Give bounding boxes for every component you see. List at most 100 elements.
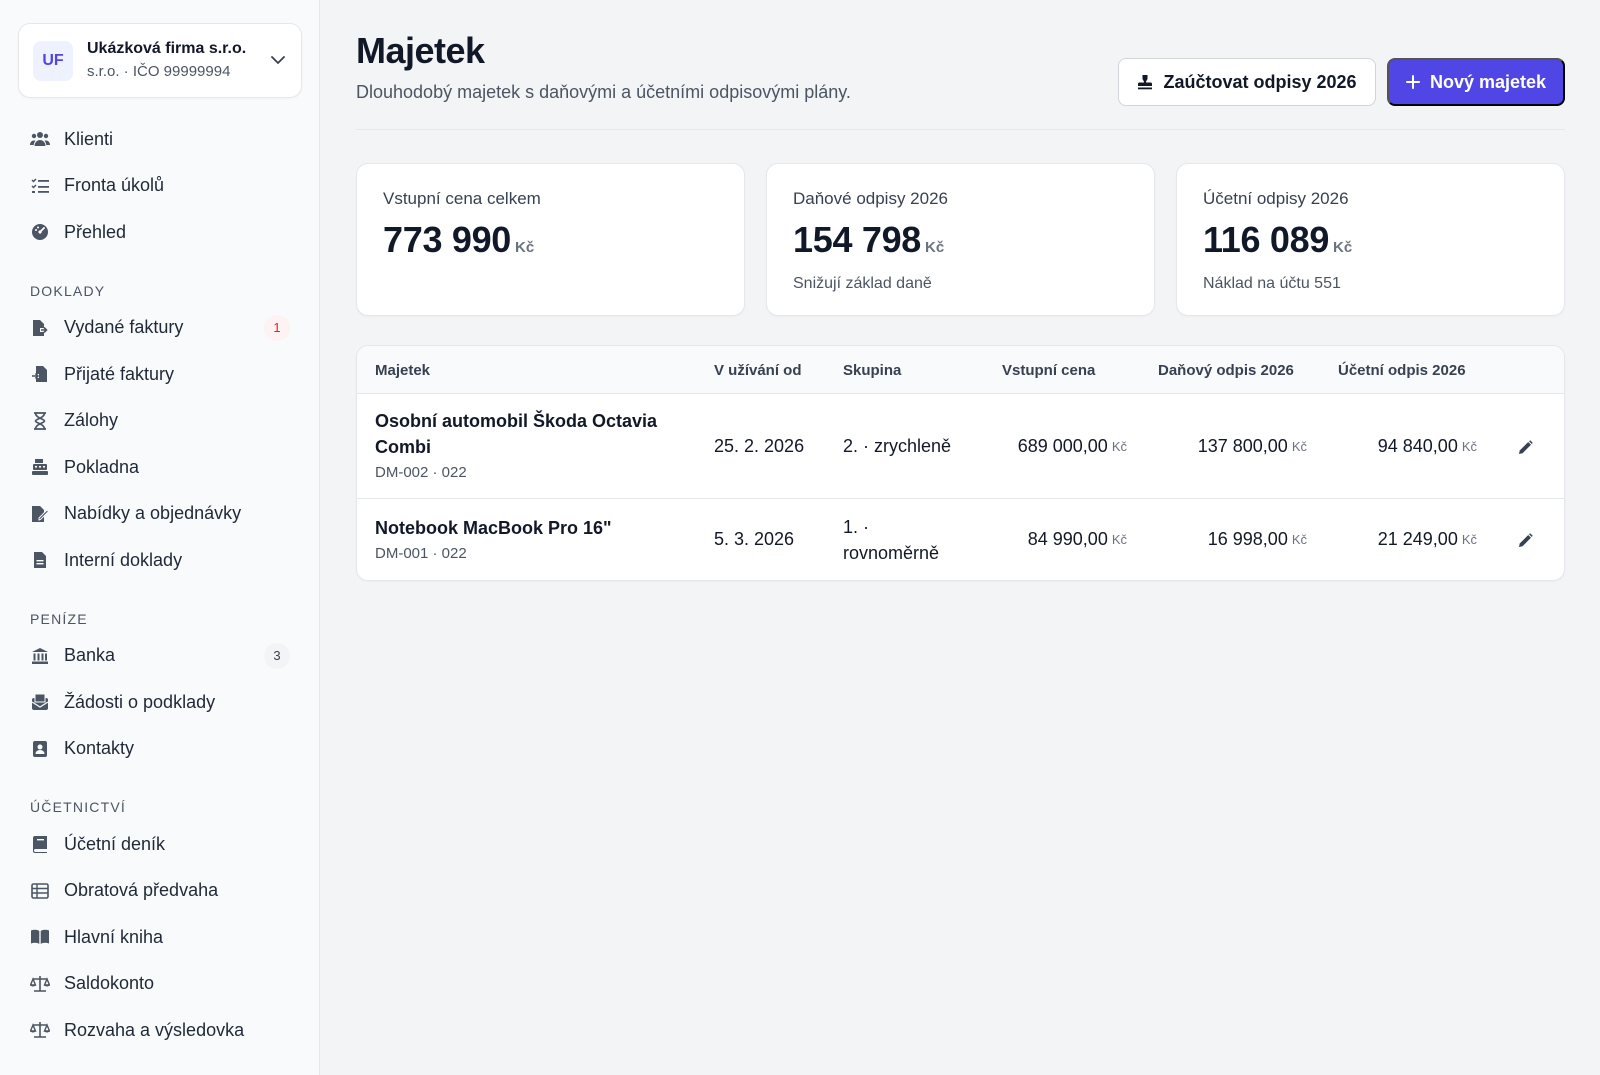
sidebar-item-label: Banka (64, 645, 116, 666)
sidebar-item-kontakty[interactable]: Kontakty (0, 726, 319, 773)
col-danovy-odpis: Daňový odpis 2026 (1158, 361, 1294, 379)
asset-group: 2. · zrychleně (843, 436, 952, 456)
sidebar-item-interni-doklady[interactable]: Interní doklady (0, 537, 319, 584)
sidebar-item-label: Vydané faktury (64, 317, 184, 338)
stat-label: Účetní odpisy 2026 (1203, 189, 1349, 208)
asset-since: 5. 3. 2026 (714, 529, 795, 549)
book-icon (30, 927, 50, 947)
company-subtitle: s.r.o. · IČO 99999994 (87, 63, 231, 80)
sidebar-item-label: Pokladna (64, 456, 140, 477)
sidebar-item-prehled[interactable]: Přehled (0, 209, 319, 256)
sidebar-item-fronta[interactable]: Fronta úkolů (0, 163, 319, 210)
sidebar-item-rozvaha[interactable]: Rozvaha a výsledovka (0, 1007, 319, 1054)
sidebar-item-label: Rozvaha a výsledovka (64, 1019, 245, 1040)
new-asset-label: Nový majetek (1429, 71, 1547, 92)
sidebar-item-label: Přehled (64, 221, 127, 242)
contacts-icon (30, 739, 50, 759)
page-subtitle: Dlouhodobý majetek s daňovými a účetními… (356, 82, 851, 102)
table-header: Majetek V užívání od Skupina Vstupní cen… (357, 346, 1564, 394)
asset-code: DM-001 · 022 (375, 545, 467, 562)
unread-badge: 1 (264, 314, 290, 341)
new-asset-button[interactable]: Nový majetek (1387, 58, 1565, 106)
journal-icon (30, 834, 50, 854)
hourglass-icon (30, 411, 50, 431)
cash-register-icon (30, 457, 50, 477)
sidebar-item-prijate-faktury[interactable]: Přijaté faktury (0, 351, 319, 398)
section-ucetnictvi: ÚČETNICTVÍ (30, 799, 126, 815)
scale-icon (30, 974, 50, 994)
company-avatar: UF (33, 40, 73, 81)
stat-value: 116 089 Kč (1203, 219, 1353, 260)
invoice-out-icon (30, 318, 50, 338)
table-row[interactable]: Notebook MacBook Pro 16" DM-001 · 022 5.… (357, 499, 1564, 580)
col-ucetni-odpis: Účetní odpis 2026 (1338, 361, 1466, 379)
stat-card-vstupni-cena: Vstupní cena celkem 773 990 Kč (356, 163, 745, 316)
sidebar-item-ucetni-denik[interactable]: Účetní deník (0, 821, 319, 868)
users-icon (30, 129, 50, 149)
stat-label: Daňové odpisy 2026 (793, 189, 949, 208)
asset-tax-depreciation: 16 998,00 Kč (1207, 529, 1307, 549)
stat-note: Náklad na účtu 551 (1203, 275, 1341, 292)
col-vstupni-cena: Vstupní cena (1002, 361, 1096, 379)
stat-card-danove-odpisy: Daňové odpisy 2026 154 798 Kč Snižují zák… (766, 163, 1155, 316)
sidebar-item-klienti[interactable]: Klienti (0, 116, 319, 163)
asset-name: Notebook MacBook Pro 16" (375, 518, 612, 538)
sidebar-item-label: Obratová předvaha (64, 880, 219, 901)
plus-icon (1405, 75, 1420, 89)
asset-price: 689 000,00 Kč (1017, 436, 1127, 456)
main-content: Majetek Dlouhodobý majetek s daňovými a … (320, 0, 1600, 1075)
sidebar-item-nabidky[interactable]: Nabídky a objednávky (0, 491, 319, 538)
company-switcher[interactable]: UF Ukázková firma s.r.o. s.r.o. · IČO 99… (18, 23, 302, 98)
edit-icon[interactable] (1514, 436, 1536, 458)
stat-note: Snižují základ daně (793, 275, 932, 292)
sidebar-item-label: Nabídky a objednávky (64, 503, 242, 524)
col-skupina: Skupina (843, 361, 902, 379)
post-depreciation-button[interactable]: Zaúčtovat odpisy 2026 (1118, 58, 1376, 106)
stat-value: 773 990 Kč (383, 219, 535, 260)
sidebar-item-zalohy[interactable]: Zálohy (0, 398, 319, 445)
sidebar-item-label: Hlavní kniha (64, 926, 164, 947)
asset-accounting-depreciation: 94 840,00 Kč (1377, 436, 1477, 456)
sidebar-item-vydane-faktury[interactable]: Vydané faktury 1 (0, 305, 319, 352)
page-title: Majetek (356, 30, 485, 71)
asset-name: Osobní automobil Škoda Octavia Combi (375, 411, 658, 457)
edit-icon[interactable] (1514, 529, 1536, 551)
table-row[interactable]: Osobní automobil Škoda Octavia Combi DM-… (357, 394, 1564, 499)
task-list-icon (30, 176, 50, 196)
sidebar-item-zadosti[interactable]: Žádosti o podklady (0, 679, 319, 726)
assets-table: Majetek V užívání od Skupina Vstupní cen… (356, 345, 1565, 581)
sidebar-item-label: Interní doklady (64, 549, 183, 570)
post-depreciation-label: Zaúčtovat odpisy 2026 (1163, 71, 1357, 92)
sidebar-item-pokladna[interactable]: Pokladna (0, 444, 319, 491)
sidebar-item-label: Kontakty (64, 738, 135, 759)
asset-price: 84 990,00 Kč (1027, 529, 1127, 549)
sidebar-item-label: Klienti (64, 128, 114, 149)
sidebar-nav: Klienti Fronta úkolů Přehled DOKLADY Vyd… (0, 116, 319, 1054)
stat-value: 154 798 Kč (793, 219, 945, 260)
header-divider (356, 129, 1565, 130)
sidebar-item-banka[interactable]: Banka 3 (0, 633, 319, 680)
asset-code: DM-002 · 022 (375, 464, 467, 481)
sidebar-item-saldokonto[interactable]: Saldokonto (0, 961, 319, 1008)
invoice-in-icon (30, 364, 50, 384)
stamp-icon (1137, 74, 1153, 90)
sidebar-item-label: Účetní deník (64, 833, 166, 854)
asset-since: 25. 2. 2026 (714, 436, 805, 456)
sidebar-item-label: Zálohy (64, 410, 119, 431)
count-badge: 3 (264, 642, 290, 669)
sidebar-item-hlavni-kniha[interactable]: Hlavní kniha (0, 914, 319, 961)
sidebar-item-label: Přijaté faktury (64, 363, 175, 384)
asset-tax-depreciation: 137 800,00 Kč (1197, 436, 1307, 456)
section-penize: PENÍZE (30, 610, 88, 627)
document-icon (30, 550, 50, 570)
company-name: Ukázková firma s.r.o. (87, 40, 247, 57)
asset-accounting-depreciation: 21 249,00 Kč (1377, 529, 1477, 549)
bank-icon (30, 646, 50, 666)
sidebar: UF Ukázková firma s.r.o. s.r.o. · IČO 99… (0, 0, 320, 1075)
sidebar-item-obratova-predvaha[interactable]: Obratová předvaha (0, 868, 319, 915)
asset-group: 1. · rovnoměrně (843, 516, 940, 563)
sidebar-item-label: Saldokonto (64, 973, 155, 994)
col-majetek: Majetek (375, 361, 431, 379)
col-v-uzivani-od: V užívání od (714, 361, 802, 379)
request-icon (30, 692, 50, 712)
